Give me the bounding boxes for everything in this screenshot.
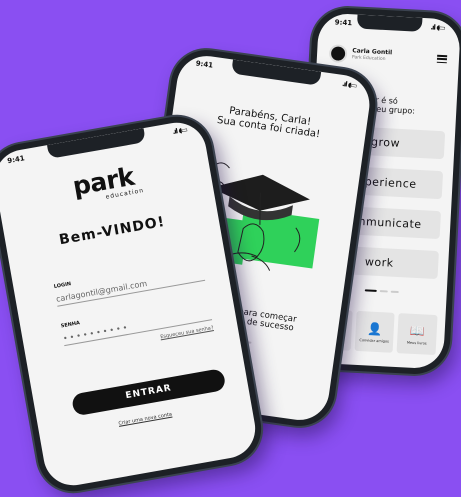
email-field[interactable] <box>54 265 206 307</box>
avatar[interactable] <box>328 44 348 64</box>
park-logo: park education <box>70 161 145 202</box>
page-indicator <box>364 289 399 294</box>
signal-battery-icon: .ıl ◖▭ <box>171 125 188 137</box>
notch <box>47 128 147 159</box>
tab-my-books[interactable]: 📖 Meus livros <box>396 313 438 356</box>
book-icon: 📖 <box>409 323 426 338</box>
status-time: 9:41 <box>195 59 214 70</box>
notch <box>231 59 322 86</box>
create-account-link[interactable]: Criar uma nova conta <box>39 398 251 441</box>
group-label: work <box>364 254 394 270</box>
signal-battery-icon: .ıl ◖▭ <box>430 23 445 33</box>
notch <box>356 14 423 32</box>
group-label: grow <box>370 134 401 150</box>
hamburger-menu-icon[interactable] <box>436 54 448 64</box>
tab-invite-friends[interactable]: 👤 Convidar amigos <box>354 310 395 353</box>
signal-battery-icon: .ıl ◖▭ <box>341 79 357 90</box>
add-friend-icon: 👤 <box>366 320 383 336</box>
status-time: 9:41 <box>6 154 26 166</box>
user-header: Carla Gontil Park Education <box>328 43 448 69</box>
password-field[interactable] <box>61 305 213 347</box>
status-time: 9:41 <box>334 18 353 28</box>
